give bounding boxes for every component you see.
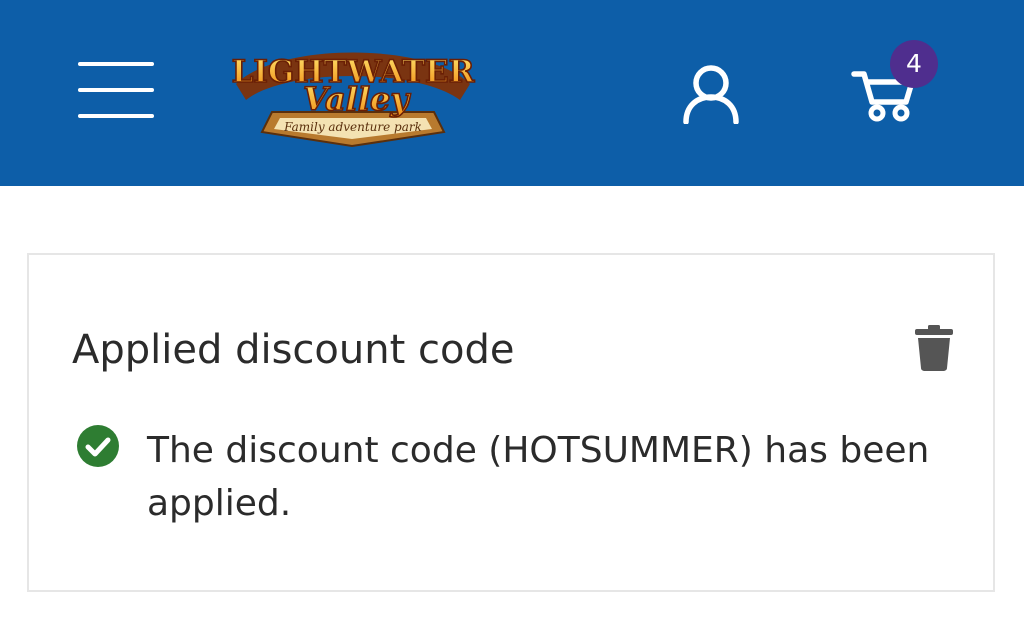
trash-icon[interactable] xyxy=(915,325,953,371)
user-icon[interactable] xyxy=(682,64,740,125)
logo-line-2: Valley xyxy=(303,80,411,118)
logo-tagline: Family adventure park xyxy=(283,120,422,134)
panel-title: Applied discount code xyxy=(72,327,515,373)
discount-success-message: The discount code (HOTSUMMER) has been a… xyxy=(147,430,930,524)
discount-panel: Applied discount code The discount code … xyxy=(27,253,995,592)
lightwater-valley-logo[interactable]: LIGHTWATER Valley Family adventure park xyxy=(228,38,476,150)
cart-count-badge[interactable]: 4 xyxy=(890,40,938,88)
hamburger-menu-icon[interactable] xyxy=(78,62,154,120)
site-header: LIGHTWATER Valley Family adventure park … xyxy=(0,0,1024,186)
check-circle-icon xyxy=(77,425,119,467)
